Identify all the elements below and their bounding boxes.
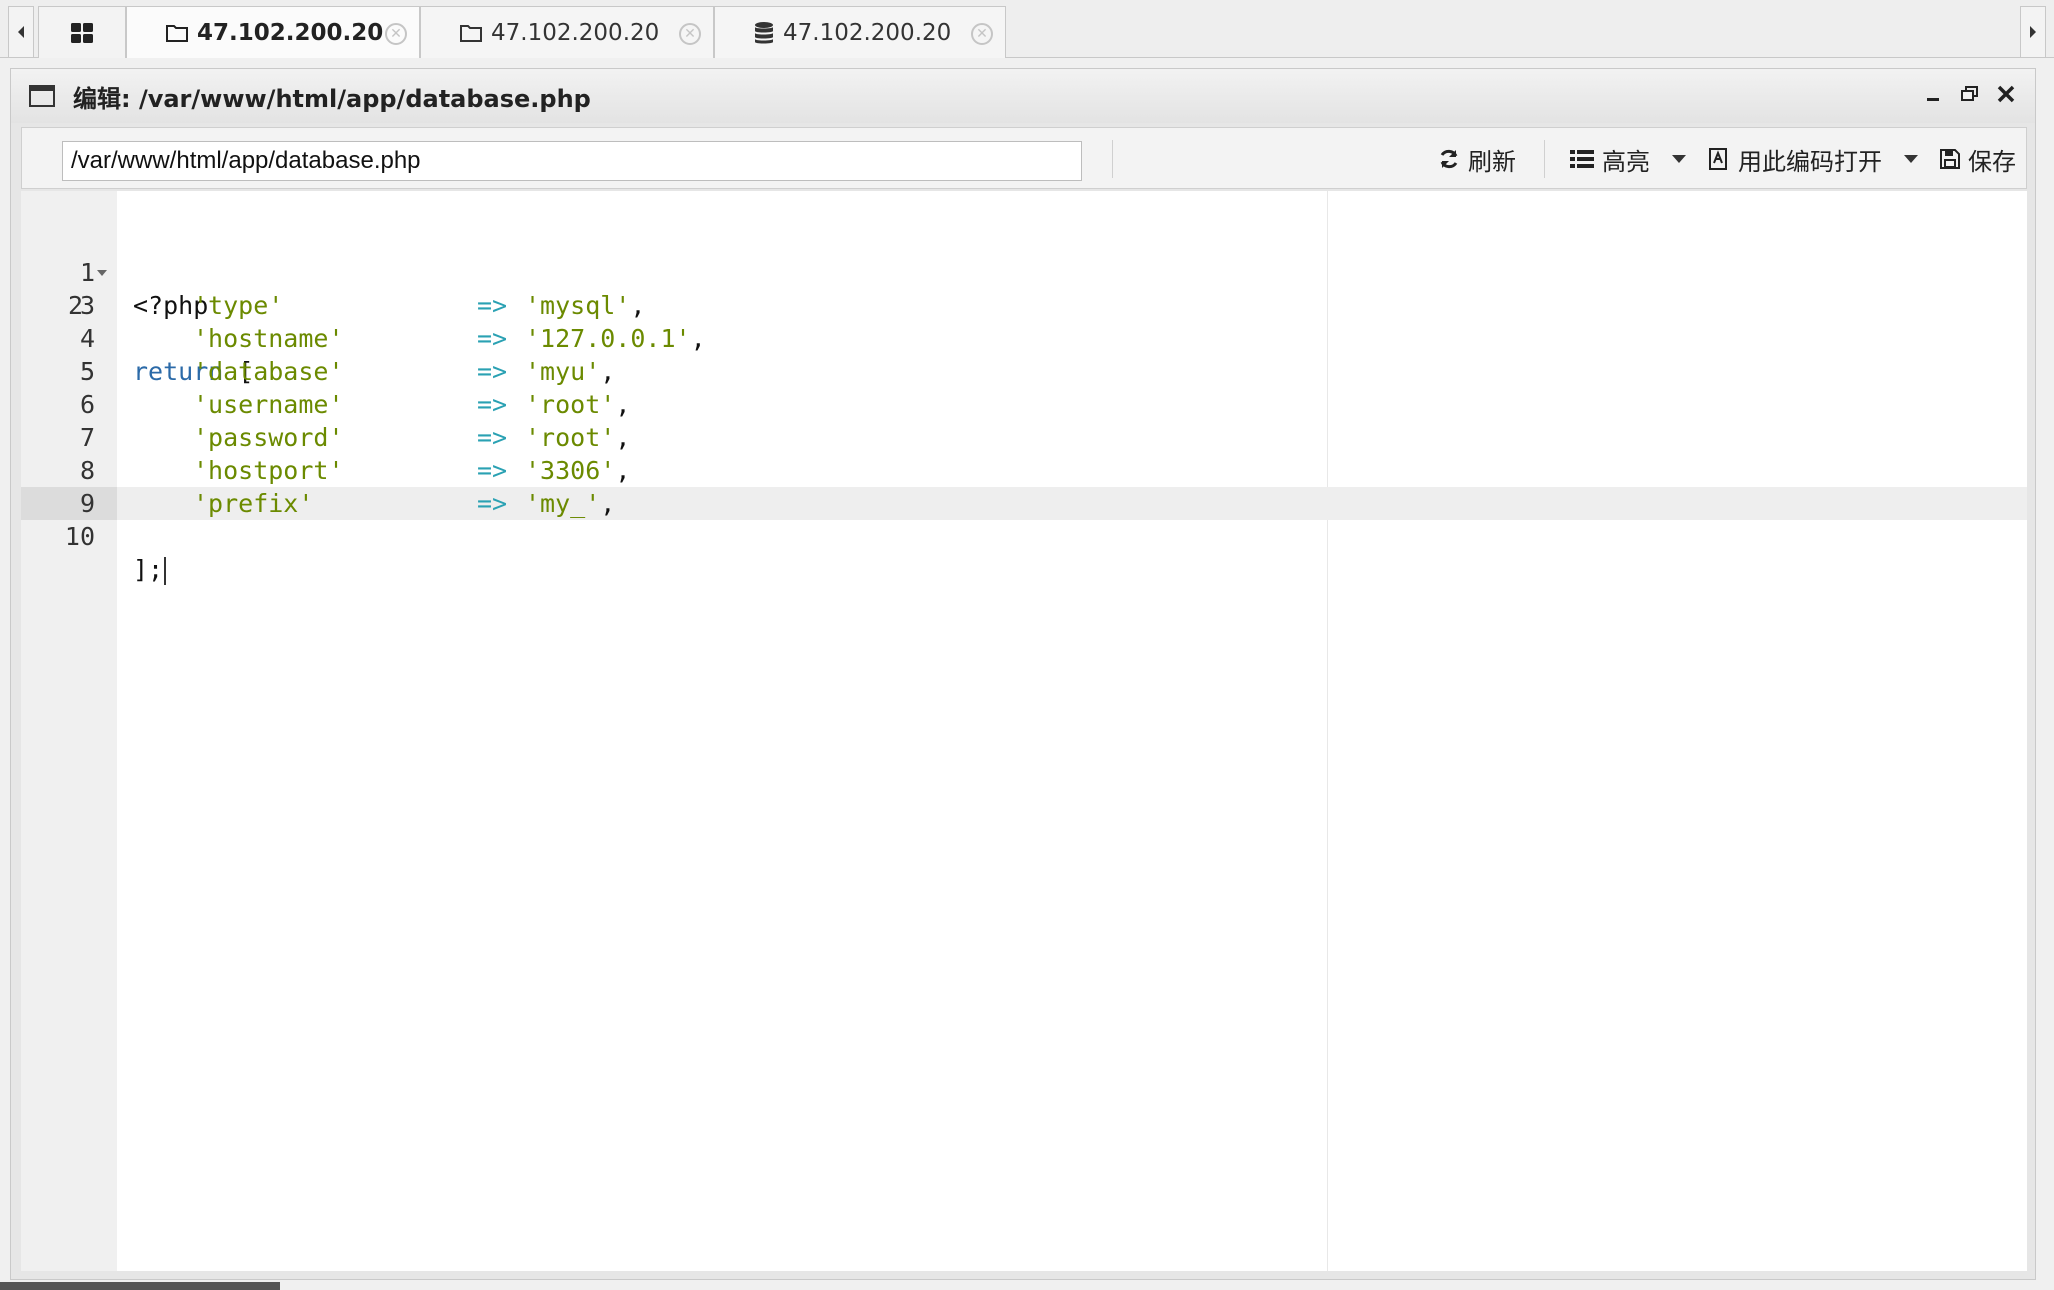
close-icon[interactable]: ✕ — [679, 23, 701, 45]
code-line: 4 'hostname' => '127.0.0.1', — [21, 322, 2027, 355]
arrow-operator: => — [477, 357, 508, 386]
line-number: 8 — [79, 456, 95, 485]
minimize-button[interactable] — [1923, 83, 1945, 105]
save-icon — [1940, 149, 1960, 169]
arrow-operator: => — [477, 324, 508, 353]
code-line: 1 <?php — [21, 223, 2027, 320]
save-label: 保存 — [1968, 147, 2016, 176]
code-editor[interactable]: 1 <?php 2 return [ 3 'type' => 'mysql', 4 'ho… — [21, 191, 2027, 1271]
array-key: 'type' — [193, 291, 284, 320]
folder-icon — [165, 23, 189, 43]
code-line: 7 'password' => 'root', — [21, 421, 2027, 454]
tab-database[interactable]: 47.102.200.20 ✕ — [714, 6, 1006, 58]
array-value: '3306' — [525, 456, 616, 485]
file-path-input[interactable]: /var/www/html/app/database.php — [62, 141, 1082, 181]
code-line: 2 return [ — [21, 256, 2027, 386]
array-key: 'password' — [193, 423, 344, 452]
refresh-label: 刷新 — [1468, 147, 1516, 176]
tab-label: 47.102.200.20 — [783, 19, 952, 46]
fold-arrow-icon[interactable] — [97, 270, 107, 276]
code-line: 5 'database' => 'myu', — [21, 355, 2027, 388]
code-line: 8 'hostport' => '3306', — [21, 454, 2027, 487]
highlight-label: 高亮 — [1602, 147, 1650, 176]
highlight-button[interactable]: 高亮 — [1570, 142, 1686, 176]
tab-file-manager-2[interactable]: 47.102.200.20 ✕ — [420, 6, 714, 58]
editor-toolbar: /var/www/html/app/database.php 刷新 高亮 用此编… — [21, 127, 2027, 189]
line-number: 3 — [79, 291, 95, 320]
arrow-operator: => — [477, 291, 508, 320]
array-value: 'root' — [525, 423, 616, 452]
close-icon — [1997, 85, 2015, 103]
save-button[interactable]: 保存 — [1940, 142, 2016, 176]
translate-icon — [1709, 148, 1727, 170]
tab-file-manager-1[interactable]: 47.102.200.20 ✕ — [126, 6, 420, 58]
close-button[interactable] — [1995, 83, 2017, 105]
open-with-encoding-button[interactable]: 用此编码打开 — [1708, 142, 1918, 176]
close-icon[interactable]: ✕ — [385, 23, 407, 45]
array-value-wrap: '127.0.0.1', — [525, 324, 706, 353]
array-value-wrap: 'root', — [525, 390, 631, 419]
array-key: 'database' — [193, 357, 344, 386]
line-number: 10 — [64, 522, 95, 551]
line-number: 6 — [79, 390, 95, 419]
arrow-operator: => — [477, 390, 508, 419]
array-key: 'hostport' — [193, 456, 344, 485]
code-line: 3 'type' => 'mysql', — [21, 289, 2027, 322]
array-value: 'myu' — [525, 357, 601, 386]
minimize-icon — [1927, 98, 1939, 101]
tab-label: 47.102.200.20 — [197, 19, 384, 46]
toolbar-divider — [1544, 140, 1545, 178]
array-value: '127.0.0.1' — [525, 324, 691, 353]
database-icon — [753, 21, 775, 45]
line-number: 5 — [79, 357, 95, 386]
text-cursor — [164, 557, 167, 585]
editor-window: 编辑: /var/www/html/app/database.php /var/… — [10, 68, 2036, 1280]
toolbar-divider — [1112, 140, 1113, 178]
tab-scroll-right-button[interactable] — [2020, 6, 2046, 58]
window-title: 编辑: /var/www/html/app/database.php — [73, 84, 591, 113]
open-with-encoding-label: 用此编码打开 — [1738, 147, 1882, 176]
line-number: 4 — [79, 324, 95, 353]
window-title-bar[interactable]: 编辑: /var/www/html/app/database.php — [11, 69, 2035, 123]
refresh-button[interactable]: 刷新 — [1438, 142, 1516, 176]
window-icon — [29, 85, 55, 107]
array-value-wrap: 'mysql', — [525, 291, 646, 320]
chevron-down-icon — [1904, 155, 1918, 163]
tab-label: 47.102.200.20 — [491, 19, 660, 46]
array-value: 'root' — [525, 390, 616, 419]
array-value-wrap: 'root', — [525, 423, 631, 452]
caret-left-icon — [18, 26, 24, 38]
scroll-indicator — [0, 1282, 280, 1290]
folder-icon — [459, 23, 483, 43]
grid-icon — [71, 22, 93, 43]
code-text: ]; — [133, 553, 167, 586]
code-line: 10 ]; — [21, 487, 2027, 585]
window-controls — [1923, 83, 2017, 105]
arrow-operator: => — [477, 423, 508, 452]
line-number: 7 — [79, 423, 95, 452]
refresh-icon — [1440, 149, 1458, 169]
restore-icon — [1961, 86, 1978, 101]
closing-bracket: ]; — [133, 555, 164, 584]
close-icon[interactable]: ✕ — [971, 23, 993, 45]
array-value-wrap: 'myu', — [525, 357, 616, 386]
tab-scroll-left-button[interactable] — [8, 6, 34, 58]
array-value-wrap: '3306', — [525, 456, 631, 485]
array-key: 'username' — [193, 390, 344, 419]
array-key: 'hostname' — [193, 324, 344, 353]
chevron-down-icon — [1672, 155, 1686, 163]
tab-bar: 47.102.200.20 ✕ 47.102.200.20 ✕ 47.102.2… — [0, 0, 2054, 58]
arrow-operator: => — [477, 456, 508, 485]
restore-button[interactable] — [1959, 83, 1981, 105]
tab-home[interactable] — [38, 6, 126, 58]
code-line: 6 'username' => 'root', — [21, 388, 2027, 421]
list-icon — [1570, 150, 1594, 168]
array-value: 'mysql' — [525, 291, 631, 320]
caret-right-icon — [2030, 26, 2036, 38]
